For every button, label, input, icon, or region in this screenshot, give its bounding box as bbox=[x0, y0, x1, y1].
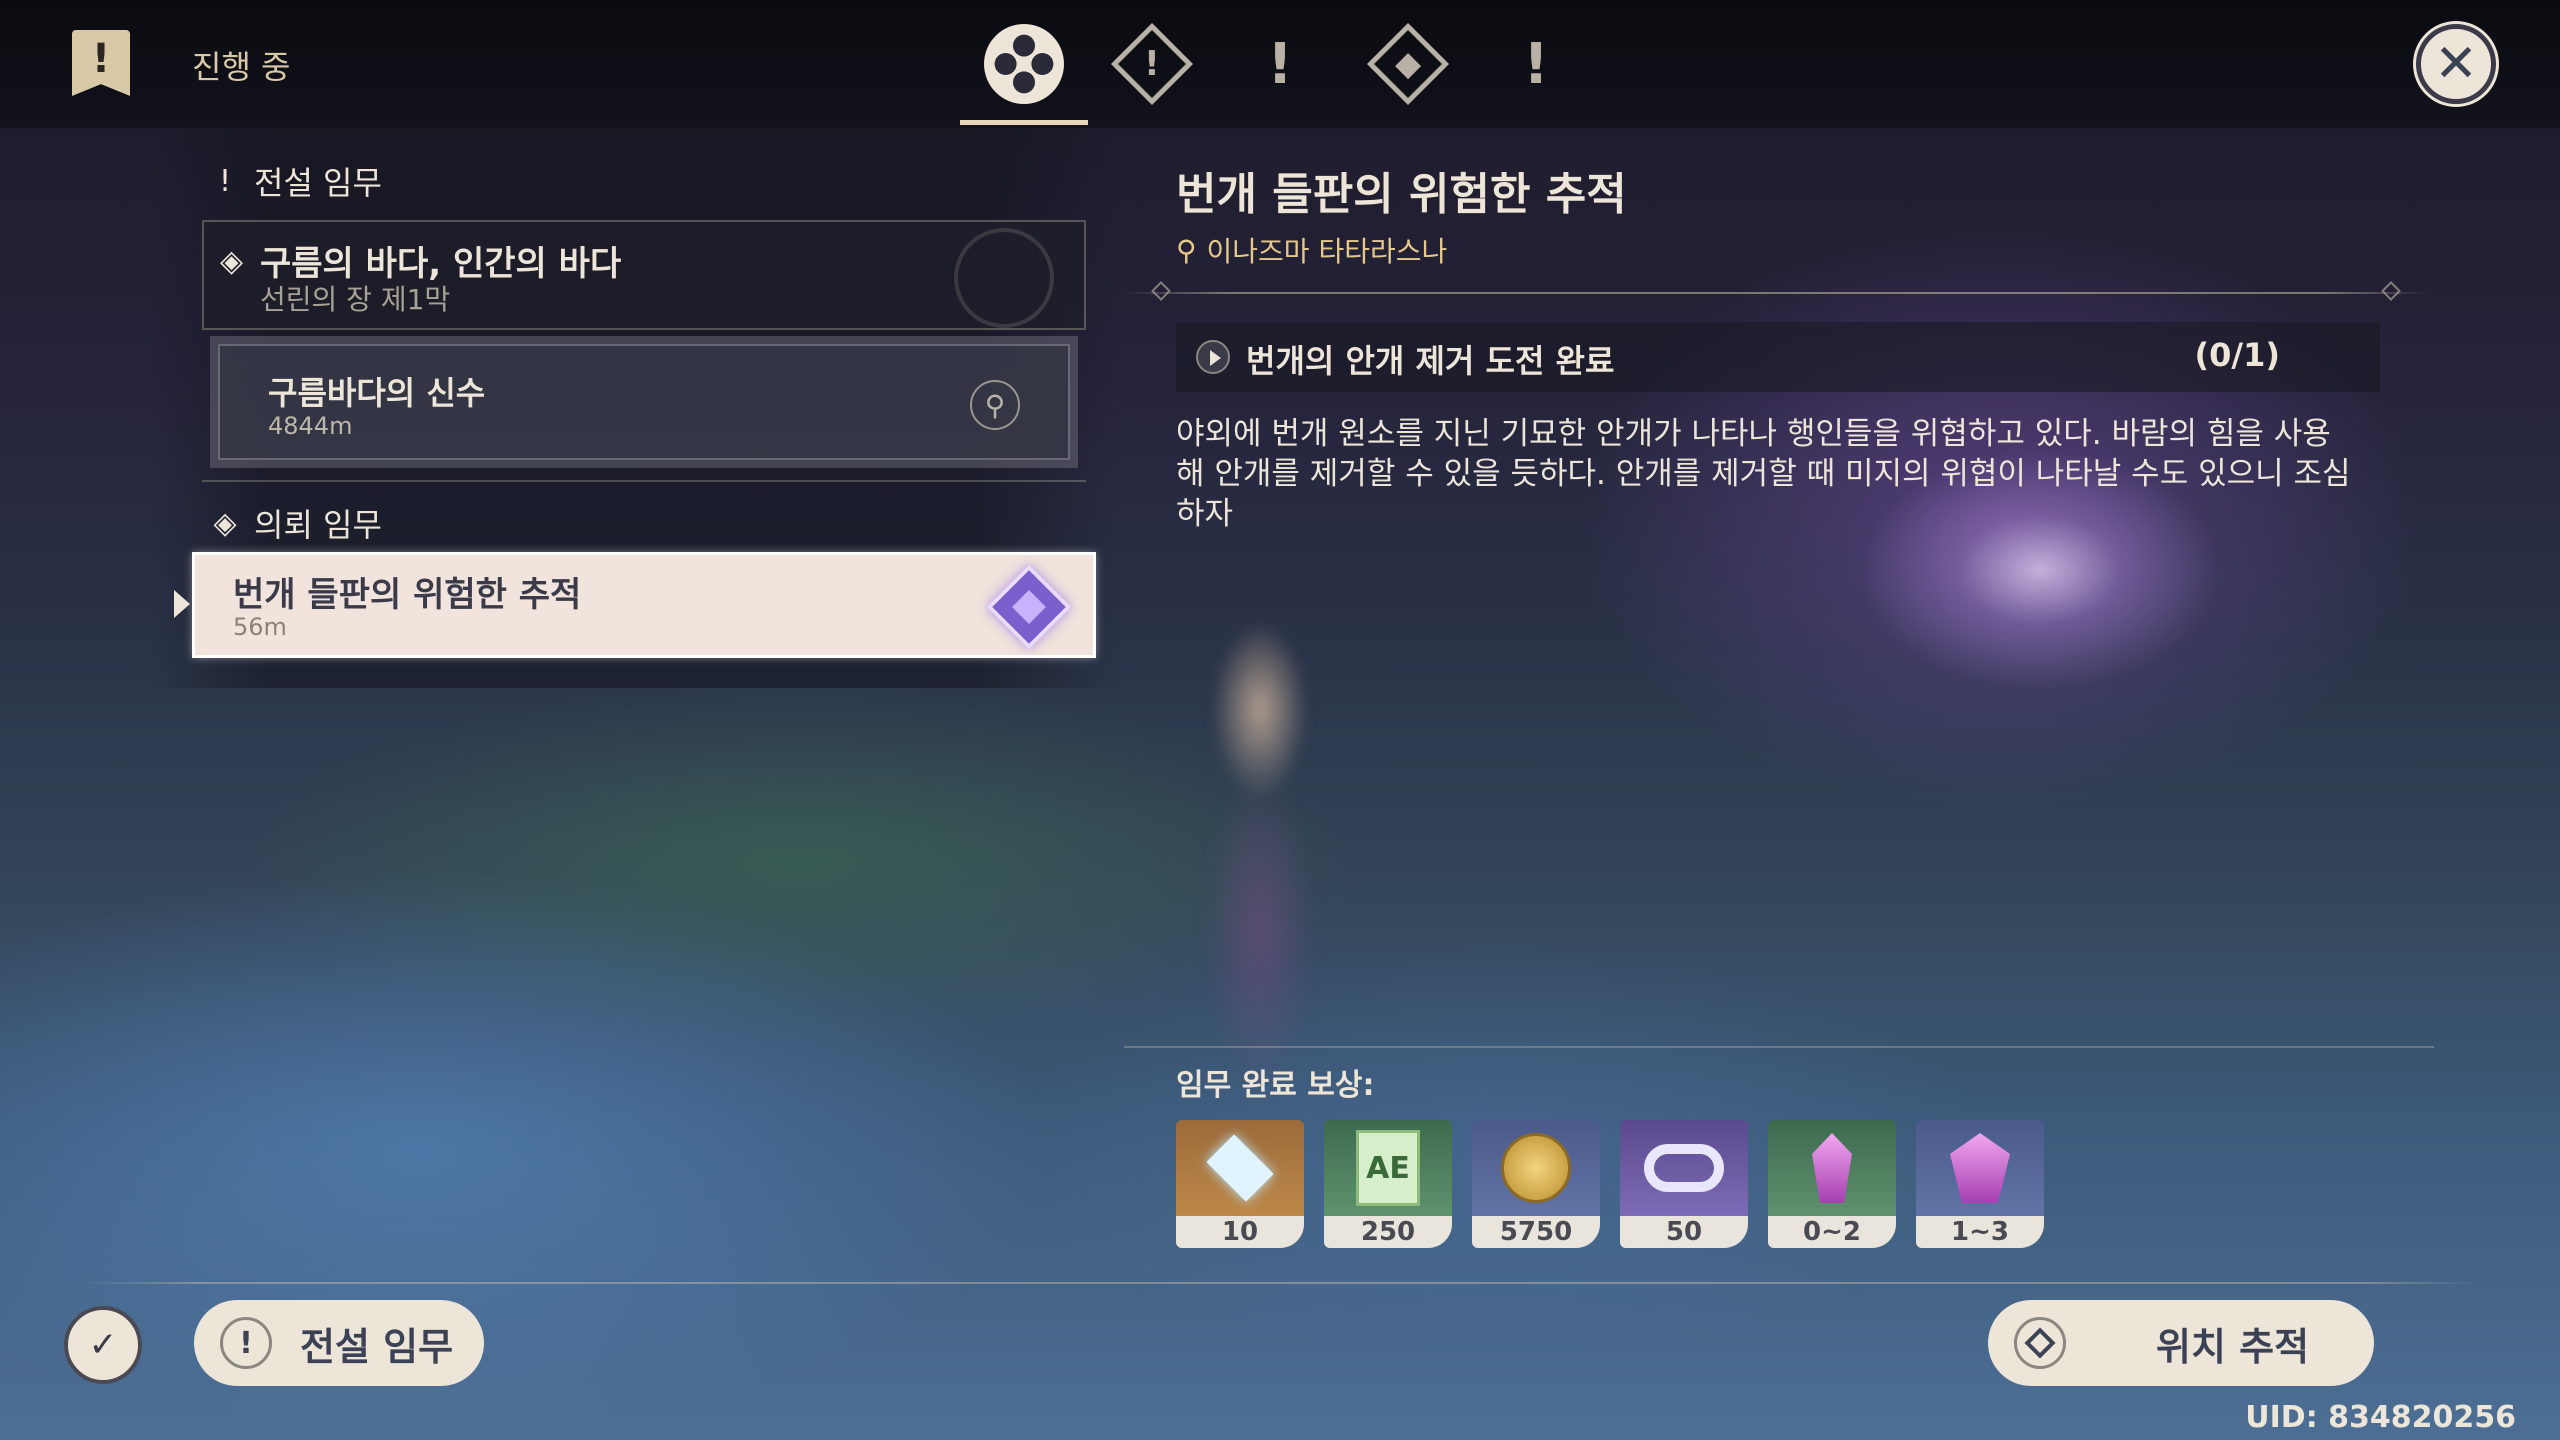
selected-indicator-icon bbox=[174, 590, 190, 618]
map-pin-button[interactable]: ⚲ bbox=[970, 380, 1020, 430]
close-button[interactable]: ✕ bbox=[2416, 24, 2496, 104]
reward-primogem[interactable]: 10 bbox=[1176, 1120, 1304, 1248]
commission-quest-title: 번개 들판의 위험한 추적 bbox=[233, 575, 582, 615]
checklist-icon: ✓ bbox=[88, 1325, 118, 1365]
quest-filter-button[interactable]: ! 전설 임무 bbox=[194, 1300, 484, 1386]
mora-icon bbox=[1501, 1133, 1571, 1203]
tab-commissions[interactable]: ◆ bbox=[1366, 22, 1450, 106]
primogem-icon bbox=[1206, 1134, 1274, 1202]
quest-location: ⚲ 이나즈마 타타라스나 bbox=[1176, 230, 1447, 270]
reward-mora[interactable]: 5750 bbox=[1472, 1120, 1600, 1248]
objective-progress: (0/1) bbox=[2194, 336, 2280, 374]
location-text: 이나즈마 타타라스나 bbox=[1206, 235, 1448, 268]
reward-quantity: 250 bbox=[1324, 1216, 1452, 1248]
archon-section-icon: ! bbox=[218, 163, 232, 199]
commission-section-header: ◈ 의뢰 임무 bbox=[210, 500, 382, 546]
commission-section-title: 의뢰 임무 bbox=[254, 506, 382, 544]
reward-adventure-exp[interactable]: AE 250 bbox=[1324, 1120, 1452, 1248]
archon-filter-icon: ! bbox=[220, 1317, 272, 1369]
quest-review-button[interactable]: ✓ bbox=[64, 1306, 142, 1384]
tab-all-quests[interactable] bbox=[967, 7, 1081, 121]
archon-diamond-icon: ◈ bbox=[220, 244, 244, 279]
quest-book-icon: ! bbox=[72, 30, 130, 96]
tab-world-quests[interactable]: ! bbox=[1494, 22, 1578, 106]
reward-quantity: 5750 bbox=[1472, 1216, 1600, 1248]
commission-quest-distance: 56m bbox=[233, 613, 287, 641]
reward-crystal-small[interactable]: 0~2 bbox=[1768, 1120, 1896, 1248]
commission-quest-card[interactable]: 번개 들판의 위험한 추적 56m bbox=[192, 552, 1096, 658]
reward-companionship-exp[interactable]: 50 bbox=[1620, 1120, 1748, 1248]
inazuma-emblem-icon bbox=[954, 228, 1054, 328]
world-quest-icon: ! bbox=[1523, 31, 1549, 97]
rewards-label: 임무 완료 보상: bbox=[1176, 1068, 1375, 1103]
story-quest-icon: ! bbox=[1267, 31, 1293, 97]
player-uid: UID: 834820256 bbox=[2245, 1400, 2516, 1435]
objective-play-icon bbox=[1196, 340, 1230, 374]
commission-star-icon bbox=[986, 564, 1072, 650]
crystal-cluster-icon bbox=[1950, 1133, 2010, 1203]
crystal-icon bbox=[1812, 1133, 1852, 1203]
track-label: 위치 추적 bbox=[2156, 1324, 2310, 1369]
rewards-list: 10 AE 250 5750 50 0~2 1~3 bbox=[1176, 1120, 2044, 1248]
close-icon: ✕ bbox=[2434, 34, 2478, 94]
companionship-exp-icon bbox=[1644, 1144, 1724, 1192]
footer-divider bbox=[80, 1282, 2480, 1284]
tab-archon-quests[interactable]: ! bbox=[1110, 22, 1194, 106]
objective-row: 번개의 안개 제거 도전 완료 (0/1) bbox=[1176, 322, 2380, 392]
commission-icon: ◆ bbox=[1366, 22, 1450, 106]
adventure-exp-icon: AE bbox=[1356, 1130, 1420, 1206]
map-pin-icon: ⚲ bbox=[984, 388, 1006, 422]
track-location-button[interactable]: 위치 추적 bbox=[1988, 1300, 2374, 1386]
archon-quest-card[interactable]: ◈ 구름의 바다, 인간의 바다 선린의 장 제1막 bbox=[202, 220, 1086, 330]
divider-ornament-icon bbox=[2381, 281, 2401, 301]
track-icon bbox=[2014, 1317, 2066, 1369]
archon-section-header: ! 전설 임무 bbox=[210, 158, 382, 204]
commission-section-icon: ◈ bbox=[213, 505, 237, 541]
tab-story-quests[interactable]: ! bbox=[1238, 22, 1322, 106]
subquest-title: 구름바다의 신수 bbox=[268, 374, 486, 412]
rewards-divider bbox=[1124, 1046, 2434, 1048]
detail-divider bbox=[1124, 281, 2428, 301]
archon-subquest-card[interactable]: 구름바다의 신수 4844m ⚲ bbox=[210, 336, 1078, 468]
status-label: 진행 중 bbox=[192, 48, 291, 86]
subquest-distance: 4844m bbox=[268, 412, 353, 440]
section-divider bbox=[202, 480, 1086, 482]
filter-label: 전설 임무 bbox=[300, 1324, 454, 1369]
archon-quest-icon: ! bbox=[1110, 22, 1194, 106]
quest-detail-title: 번개 들판의 위험한 추적 bbox=[1176, 169, 1627, 220]
reward-quantity: 50 bbox=[1620, 1216, 1748, 1248]
reward-crystal-large[interactable]: 1~3 bbox=[1916, 1120, 2044, 1248]
active-tab-indicator bbox=[960, 120, 1088, 125]
quest-description: 야외에 번개 원소를 지닌 기묘한 안개가 나타나 행인들을 위협하고 있다. … bbox=[1176, 416, 2351, 532]
location-pin-icon: ⚲ bbox=[1176, 233, 1197, 267]
reward-quantity: 0~2 bbox=[1768, 1216, 1896, 1248]
reward-quantity: 1~3 bbox=[1916, 1216, 2044, 1248]
all-quests-icon bbox=[967, 7, 1081, 121]
archon-quest-subtitle: 선린의 장 제1막 bbox=[260, 283, 451, 316]
divider-ornament-icon bbox=[1151, 281, 1171, 301]
objective-text: 번개의 안개 제거 도전 완료 bbox=[1246, 342, 1615, 380]
top-bar: ! 진행 중 ! ! ◆ ! ✕ bbox=[0, 0, 2560, 128]
archon-section-title: 전설 임무 bbox=[254, 164, 382, 202]
reward-quantity: 10 bbox=[1176, 1216, 1304, 1248]
background-character bbox=[1180, 600, 1340, 1120]
